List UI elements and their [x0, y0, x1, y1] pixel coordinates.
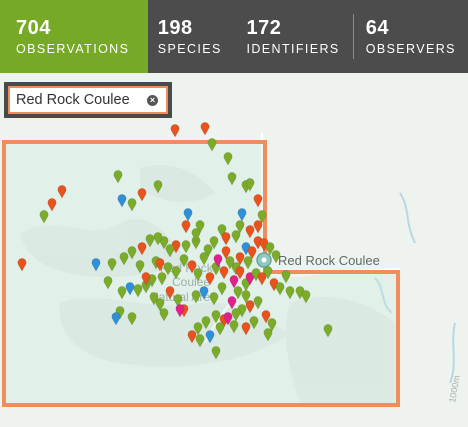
map-place-label: Red Rock Coulee [278, 253, 380, 268]
tab-observations[interactable]: 704 OBSERVATIONS [0, 0, 148, 73]
observation-map[interactable]: Red Rock Coulee Natural Area Red Rock Co… [0, 73, 468, 427]
observers-label: OBSERVERS [365, 41, 456, 56]
tab-identifiers[interactable]: 172 IDENTIFIERS [236, 0, 352, 73]
observations-label: OBSERVATIONS [16, 41, 130, 56]
map-canvas[interactable]: Red Rock Coulee Natural Area Red Rock Co… [0, 73, 468, 427]
identifiers-count: 172 [246, 16, 282, 39]
close-icon[interactable]: × [147, 94, 158, 106]
place-filter-chip[interactable]: Red Rock Coulee × [4, 82, 172, 118]
observations-count: 704 [16, 16, 51, 39]
stats-bar: 704 OBSERVATIONS 198 SPECIES 172 IDENTIF… [0, 0, 468, 73]
place-location-icon[interactable] [256, 252, 272, 268]
place-filter-chip-body[interactable]: Red Rock Coulee × [8, 86, 168, 114]
species-count: 198 [157, 16, 193, 39]
tab-species[interactable]: 198 SPECIES [148, 0, 237, 73]
place-filter-label: Red Rock Coulee [16, 92, 130, 108]
tab-observers[interactable]: 64 OBSERVERS [352, 14, 468, 59]
species-label: SPECIES [157, 41, 222, 56]
identifiers-label: IDENTIFIERS [246, 41, 340, 56]
observers-count: 64 [365, 16, 389, 39]
